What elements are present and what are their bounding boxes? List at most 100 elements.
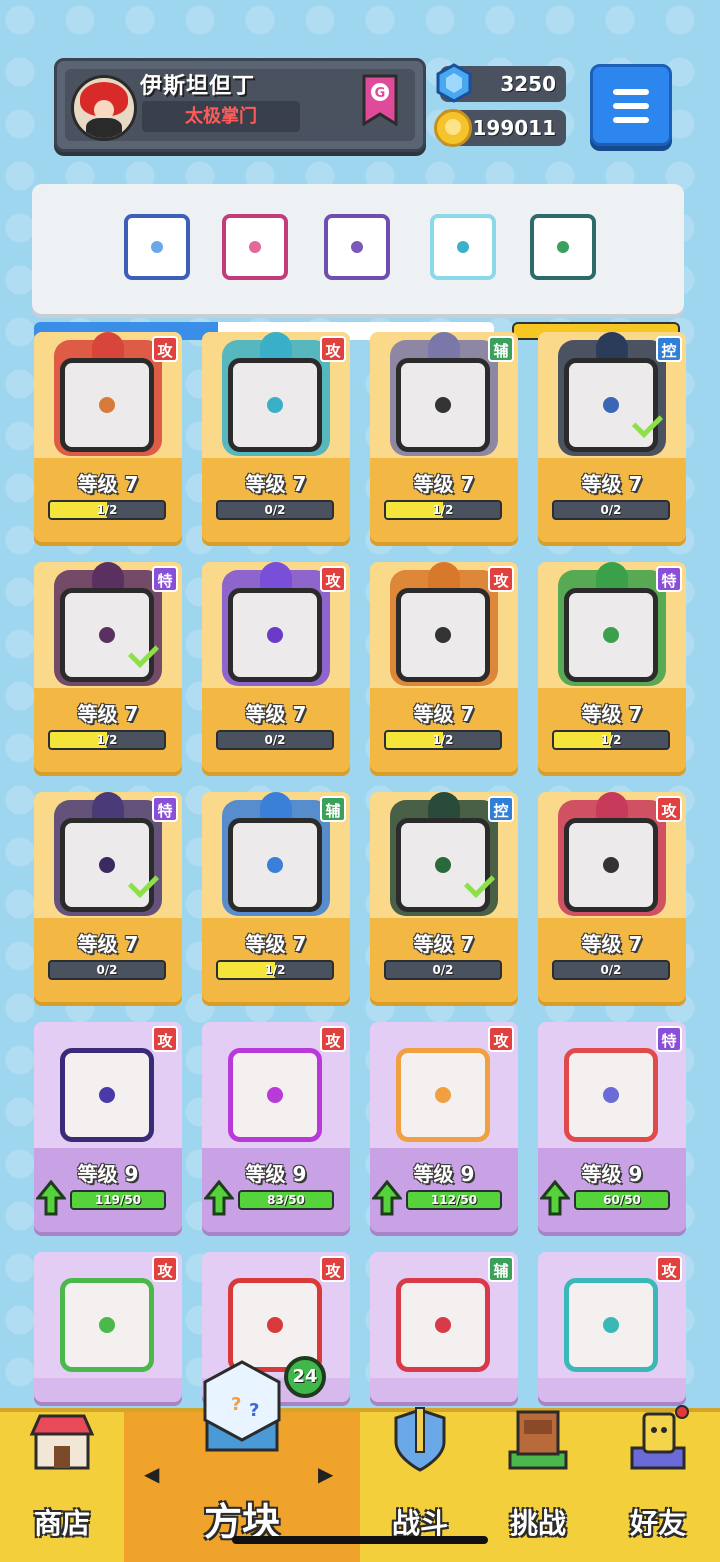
dice-progress-text: 1/2 — [264, 963, 286, 977]
deck-dice-slot[interactable] — [124, 214, 190, 280]
dice-card[interactable]: 辅 — [370, 1252, 518, 1402]
dice-progress-text: 112/50 — [430, 1193, 478, 1207]
upgrade-arrow-icon[interactable] — [540, 1180, 570, 1216]
dice-progress-bar: 0/2 — [552, 500, 670, 520]
dice-pip — [435, 1317, 451, 1333]
dice-level: 等级 7 — [77, 472, 139, 496]
dice-progress-bar: 1/2 — [384, 500, 502, 520]
shop-icon — [29, 1414, 95, 1470]
menu-button[interactable] — [590, 64, 672, 146]
dice-card[interactable]: 攻等级 9 112/50 — [370, 1022, 518, 1232]
dice-level: 等级 7 — [581, 472, 643, 496]
dice-pip — [435, 627, 451, 643]
dice-card[interactable]: 特等级 9 60/50 — [538, 1022, 686, 1232]
nav-challenge[interactable]: 挑战 — [480, 1410, 596, 1562]
deck-dice-slot[interactable] — [530, 214, 596, 280]
dice-type-tag: 特 — [152, 566, 178, 592]
menu-line — [613, 117, 649, 123]
rank-letter: G — [375, 86, 386, 101]
menu-line — [613, 103, 649, 109]
upgrade-arrow-icon[interactable] — [372, 1180, 402, 1216]
dice-type-tag: 攻 — [152, 336, 178, 362]
dice-pip — [99, 857, 115, 873]
shield-sword-icon — [394, 1407, 446, 1472]
dice-card[interactable]: 攻等级 7 0/2 — [538, 792, 686, 1002]
dice-face — [60, 1048, 154, 1142]
deck-dice-slot[interactable] — [430, 214, 496, 280]
dice-pip — [267, 1087, 283, 1103]
nav-next-arrow-icon[interactable]: ▶ — [318, 1462, 333, 1486]
dice-type-tag: 攻 — [656, 1256, 682, 1282]
dice-card[interactable]: 控等级 7 0/2 — [370, 792, 518, 1002]
dice-face — [60, 1278, 154, 1372]
dice-card[interactable]: 攻等级 9 83/50 — [202, 1022, 350, 1232]
dice-progress-text: 0/2 — [96, 963, 118, 977]
dice-pip — [603, 1087, 619, 1103]
nav-challenge-label: 挑战 — [509, 1507, 566, 1540]
dice-pip — [603, 397, 619, 413]
dice-level: 等级 7 — [245, 702, 307, 726]
svg-text:?: ? — [231, 1394, 241, 1415]
nav-shop-label: 商店 — [33, 1507, 90, 1540]
deck-dice-slot[interactable] — [222, 214, 288, 280]
dice-pip — [435, 857, 451, 873]
dice-type-tag: 控 — [488, 796, 514, 822]
dice-face — [396, 1278, 490, 1372]
dice-card[interactable]: 攻等级 7 0/2 — [202, 332, 350, 542]
dice-card[interactable]: 特等级 7 1/2 — [538, 562, 686, 772]
dice-progress-text: 1/2 — [600, 733, 622, 747]
dice-card[interactable]: 攻等级 9 119/50 — [34, 1022, 182, 1232]
nav-shop[interactable]: 商店 — [0, 1412, 124, 1562]
deck-dice-pip — [457, 241, 469, 253]
dice-type-tag: 特 — [656, 566, 682, 592]
upgrade-arrow-icon[interactable] — [36, 1180, 66, 1216]
dice-progress-bar: 0/2 — [216, 730, 334, 750]
dice-type-tag: 攻 — [488, 566, 514, 592]
dice-level: 等级 7 — [245, 472, 307, 496]
dice-card[interactable]: 辅等级 7 1/2 — [202, 792, 350, 1002]
dice-card[interactable]: 攻等级 7 1/2 — [370, 562, 518, 772]
upgrade-arrow-icon[interactable] — [204, 1180, 234, 1216]
deck-dice-pip — [557, 241, 569, 253]
dice-progress-bar: 1/2 — [384, 730, 502, 750]
challenge-board-icon — [508, 1410, 568, 1470]
dice-progress-bar: 1/2 — [552, 730, 670, 750]
dice-pip — [603, 857, 619, 873]
dice-level: 等级 7 — [245, 932, 307, 956]
dice-progress-text: 0/2 — [264, 503, 286, 517]
dice-progress-bar: 0/2 — [48, 960, 166, 980]
dice-card[interactable]: 特等级 7 0/2 — [34, 792, 182, 1002]
dice-card[interactable]: 攻等级 7 0/2 — [202, 562, 350, 772]
avatar[interactable] — [71, 75, 137, 141]
nav-friends[interactable]: 好友 — [596, 1405, 720, 1562]
dice-pip — [435, 1087, 451, 1103]
dice-pip — [99, 1317, 115, 1333]
dice-type-tag: 攻 — [656, 796, 682, 822]
dice-card[interactable]: 辅等级 7 1/2 — [370, 332, 518, 542]
dice-card[interactable]: 控等级 7 0/2 — [538, 332, 686, 542]
deck-dice-slot[interactable] — [324, 214, 390, 280]
dice-pip — [99, 397, 115, 413]
dice-progress-text: 1/2 — [96, 503, 118, 517]
svg-text:?: ? — [249, 1400, 259, 1421]
dice-card[interactable]: 攻 — [538, 1252, 686, 1402]
dice-card[interactable]: 特等级 7 1/2 — [34, 562, 182, 772]
dice-progress-text: 83/50 — [267, 1193, 305, 1207]
dice-progress-bar: 1/2 — [48, 730, 166, 750]
dice-pip — [99, 627, 115, 643]
nav-prev-arrow-icon[interactable]: ◀ — [144, 1462, 159, 1486]
rank-ribbon-icon[interactable]: G — [362, 74, 398, 126]
dice-card[interactable]: 攻 — [34, 1252, 182, 1402]
player-title: 太极掌门 — [142, 101, 300, 132]
dice-box-icon: ? ? — [203, 1360, 281, 1452]
dice-card[interactable]: 攻等级 7 1/2 — [34, 332, 182, 542]
dice-pip — [267, 397, 283, 413]
dice-face — [564, 588, 658, 682]
dice-progress-bar: 1/2 — [48, 500, 166, 520]
home-indicator — [232, 1536, 488, 1544]
dice-type-tag: 辅 — [320, 796, 346, 822]
dice-type-tag: 辅 — [488, 1256, 514, 1282]
dice-type-tag: 特 — [656, 1026, 682, 1052]
dice-type-tag: 攻 — [488, 1026, 514, 1052]
dice-level: 等级 7 — [413, 932, 475, 956]
